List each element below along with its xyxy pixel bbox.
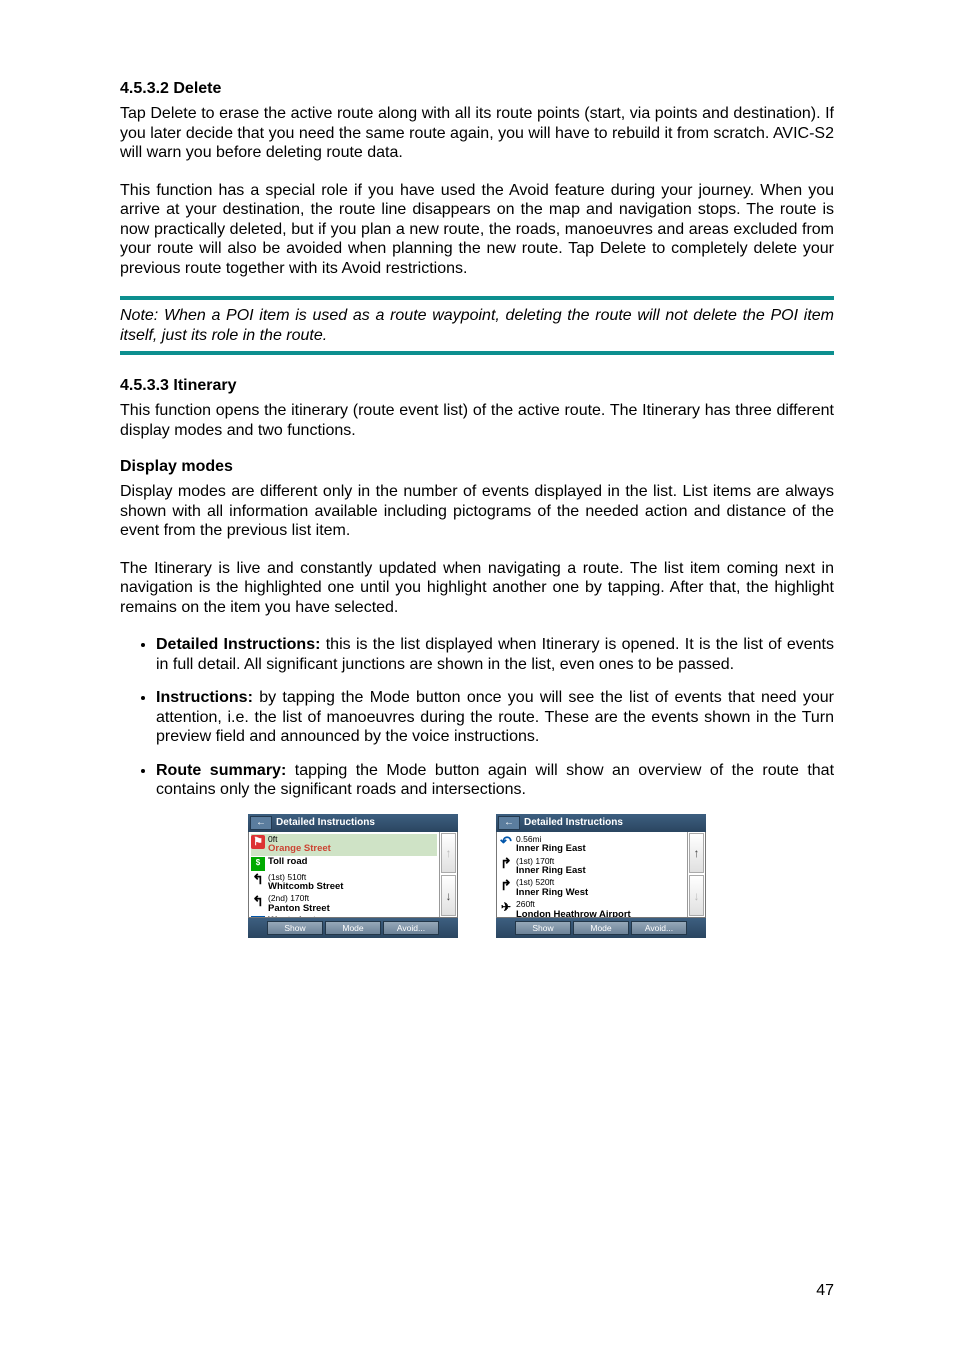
back-button[interactable]: ← [498, 816, 520, 830]
turn-left-icon: ↰ [251, 873, 265, 887]
page-number: 47 [816, 1282, 834, 1300]
bullet-label: Detailed Instructions: [156, 636, 320, 653]
item-name: Westminster [268, 916, 325, 917]
list-item: Detailed Instructions: this is the list … [156, 635, 834, 674]
list-item: Route summary: tapping the Mode button a… [156, 761, 834, 800]
screenshot-right: ← Detailed Instructions ↶ 0.56mi Inner R… [496, 814, 706, 938]
item-name: Whitcomb Street [268, 882, 343, 892]
show-button[interactable]: Show [267, 921, 323, 935]
turn-left-icon: ↰ [251, 894, 265, 908]
start-icon: ⚑ [251, 835, 265, 849]
info-icon: i [251, 916, 265, 917]
item-name: Inner Ring West [516, 888, 588, 898]
bullet-label: Route summary: [156, 762, 286, 779]
back-button[interactable]: ← [250, 816, 272, 830]
item-name: Inner Ring East [516, 844, 586, 854]
bullet-label: Instructions: [156, 689, 253, 706]
paragraph: The Itinerary is live and constantly upd… [120, 559, 834, 618]
avoid-button[interactable]: Avoid... [631, 921, 687, 935]
paragraph: Tap Delete to erase the active route alo… [120, 104, 834, 163]
bullet-text: by tapping the Mode button once you will… [156, 689, 834, 745]
screenshot-titlebar: ← Detailed Instructions [496, 814, 706, 832]
scroll-down-button[interactable]: ↓ [441, 875, 456, 916]
paragraph: Display modes are different only in the … [120, 482, 834, 541]
avoid-button[interactable]: Avoid... [383, 921, 439, 935]
screenshot-left: ← Detailed Instructions ⚑ 0ft Orange Str… [248, 814, 458, 938]
heading-delete: 4.5.3.2 Delete [120, 80, 834, 98]
item-name: Orange Street [268, 844, 331, 854]
mode-button[interactable]: Mode [573, 921, 629, 935]
item-name: London Heathrow Airport [516, 910, 631, 917]
note-text: Note: When a POI item is used as a route… [120, 306, 834, 345]
list-item: Instructions: by tapping the Mode button… [156, 688, 834, 747]
screenshot-title: Detailed Instructions [524, 817, 623, 828]
scroll-up-button[interactable]: ↑ [441, 833, 456, 874]
item-name: Toll road [268, 857, 307, 867]
heading-display-modes: Display modes [120, 458, 834, 476]
paragraph: This function has a special role if you … [120, 181, 834, 279]
item-name: Inner Ring East [516, 866, 586, 876]
item-name: Panton Street [268, 904, 330, 914]
show-button[interactable]: Show [515, 921, 571, 935]
paragraph: This function opens the itinerary (route… [120, 401, 834, 440]
heading-itinerary: 4.5.3.3 Itinerary [120, 377, 834, 395]
uturn-icon: ↶ [499, 835, 513, 849]
toll-icon: $ [251, 857, 265, 871]
turn-right-icon: ↱ [499, 857, 513, 871]
scroll-up-button[interactable]: ↑ [689, 833, 704, 874]
airport-icon: ✈ [499, 900, 513, 914]
screenshot-title: Detailed Instructions [276, 817, 375, 828]
scroll-down-button[interactable]: ↓ [689, 875, 704, 916]
screenshot-titlebar: ← Detailed Instructions [248, 814, 458, 832]
bullet-list: Detailed Instructions: this is the list … [120, 635, 834, 800]
note-block: Note: When a POI item is used as a route… [120, 296, 834, 355]
mode-button[interactable]: Mode [325, 921, 381, 935]
turn-right-icon: ↱ [499, 878, 513, 892]
